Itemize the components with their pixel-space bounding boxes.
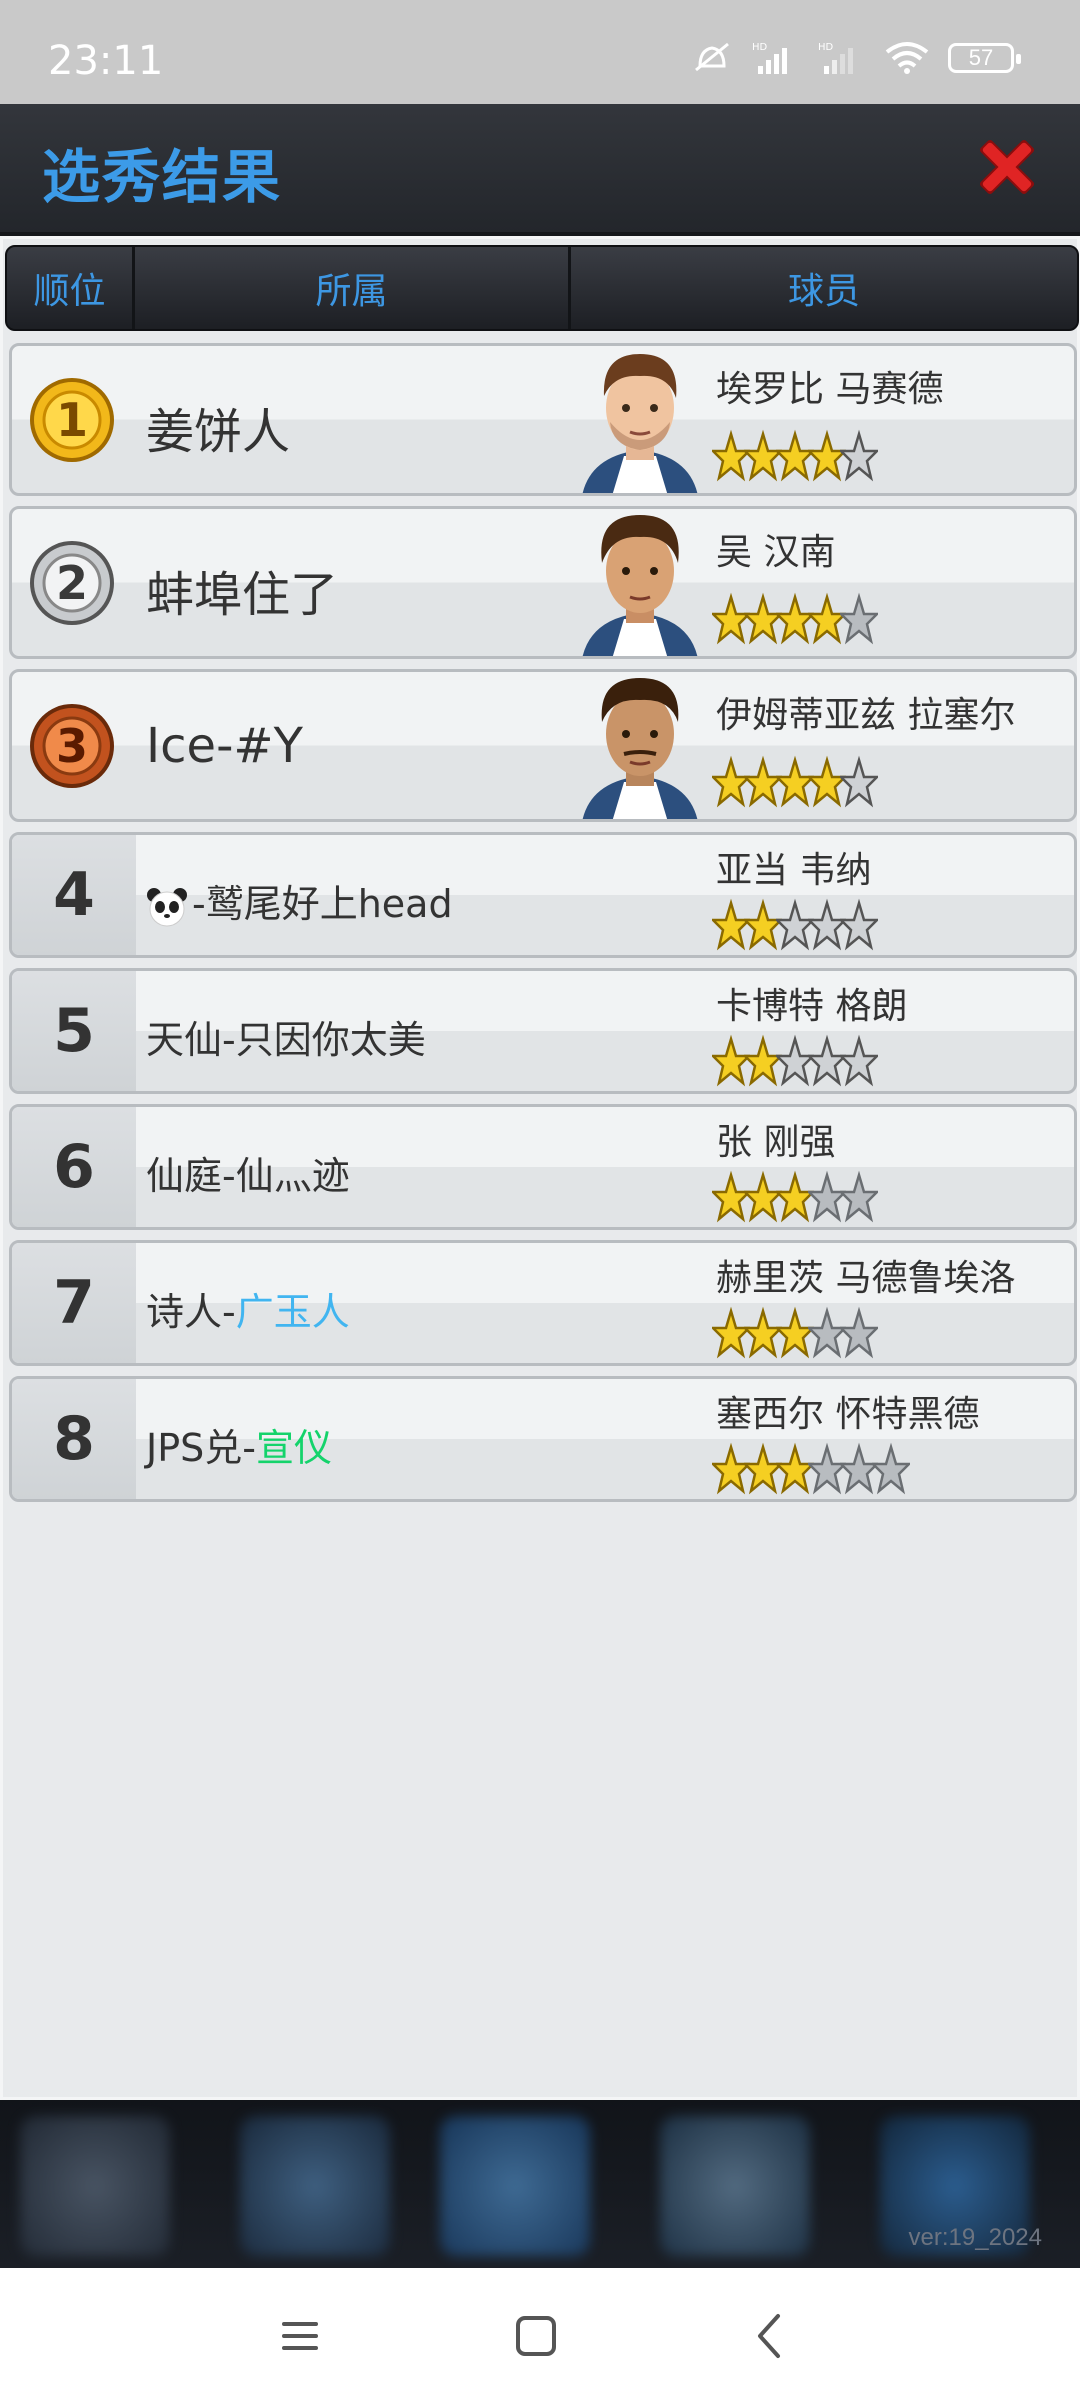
team-name-prefix: JPS兑-	[146, 1426, 256, 1470]
gold-medal-icon: 1	[30, 378, 114, 462]
team-name-highlight: 宣仪	[255, 1426, 332, 1470]
star-rating	[712, 591, 878, 647]
page-title: 选秀结果	[42, 143, 283, 211]
star-half-icon	[840, 755, 878, 808]
player-name: 伊姆蒂亚兹 拉塞尔	[716, 695, 1016, 736]
signal-hd-icon-1: HD	[752, 42, 787, 74]
player-name: 张 刚强	[716, 1122, 836, 1163]
chat-menu-icon[interactable]	[660, 2116, 810, 2256]
star-half-icon	[840, 898, 878, 951]
star-rating	[712, 1169, 878, 1225]
player-name: 亚当 韦纳	[716, 850, 872, 891]
system-nav-bar	[0, 2268, 1080, 2400]
team-name: JPS兑-宣仪	[146, 1417, 332, 1472]
header-rank[interactable]: 顺位	[7, 247, 135, 329]
svg-text:HD: HD	[818, 42, 834, 53]
table-row[interactable]: 8 JPS兑-宣仪 塞西尔 怀特黑德	[9, 1376, 1077, 1502]
svg-text:3: 3	[56, 719, 88, 773]
table-row[interactable]: 3 Ice-#Y 伊姆蒂亚兹 拉塞尔	[9, 669, 1077, 822]
team-name: 姜饼人	[146, 404, 291, 460]
star-half-icon	[840, 429, 878, 482]
player-name: 卡博特 格朗	[716, 986, 908, 1027]
signal-hd-icon-2: HD	[818, 42, 853, 74]
rank-number: 5	[12, 971, 136, 1091]
table-header: 顺位 所属 球员	[5, 245, 1079, 331]
table-row[interactable]: 6 仙庭-仙灬迹 张 刚强	[9, 1104, 1077, 1230]
version-label: ver:19_2024	[908, 2224, 1042, 2251]
team-name: 诗人-广玉人	[146, 1281, 350, 1336]
team-name: 蚌埠住了	[146, 567, 339, 623]
home-icon[interactable]	[506, 2306, 566, 2366]
player-avatar	[582, 678, 698, 819]
table-row[interactable]: 2 蚌埠住了 吴 汉南	[9, 506, 1077, 659]
silver-medal-icon: 2	[30, 541, 114, 625]
svg-text:2: 2	[56, 556, 88, 610]
team-name: Ice-#Y	[146, 718, 303, 774]
player-name: 塞西尔 怀特黑德	[716, 1394, 980, 1435]
svg-text:1: 1	[56, 393, 88, 447]
bronze-medal-icon: 3	[30, 704, 114, 788]
team-name: -鹫尾好上head	[146, 873, 453, 928]
team-name: 天仙-只因你太美	[146, 1018, 426, 1062]
table-row[interactable]: 4 -鹫尾好上head 亚当 韦纳	[9, 832, 1077, 958]
close-button[interactable]	[972, 132, 1042, 202]
draft-results-panel: 顺位 所属 球员 1 姜饼人 埃罗比 马赛德 2 蚌埠住了 吴 汉南 3 Ice…	[0, 236, 1080, 2100]
player-name: 吴 汉南	[716, 532, 836, 573]
currency-menu-icon[interactable]	[240, 2116, 390, 2256]
team-name: 仙庭-仙灬迹	[146, 1154, 350, 1198]
status-bar: 23:11 HD HD 57	[0, 0, 1080, 104]
star-rating	[712, 1441, 910, 1497]
status-icons: HD HD 57	[690, 40, 1021, 76]
star-empty-icon	[840, 1170, 878, 1223]
team-name-text: -鹫尾好上head	[192, 882, 453, 926]
rank-number: 4	[12, 835, 136, 955]
player-avatar	[582, 354, 698, 493]
rank-number: 7	[12, 1243, 136, 1363]
star-rating	[712, 1033, 878, 1089]
back-icon[interactable]	[740, 2306, 800, 2366]
battery-icon: 57	[948, 43, 1021, 73]
table-row[interactable]: 5 天仙-只因你太美 卡博特 格朗	[9, 968, 1077, 1094]
title-bar: 选秀结果	[0, 104, 1080, 236]
star-half-icon	[840, 1034, 878, 1087]
rank-number: 8	[12, 1379, 136, 1499]
court-menu-icon[interactable]	[440, 2116, 590, 2256]
svg-text:HD: HD	[752, 42, 768, 53]
star-rating	[712, 428, 878, 484]
star-empty-icon	[872, 1442, 910, 1495]
rank-number: 6	[12, 1107, 136, 1227]
star-empty-icon	[840, 592, 878, 645]
star-rating	[712, 897, 878, 953]
player-avatar	[582, 515, 698, 656]
star-empty-icon	[840, 1306, 878, 1359]
star-rating	[712, 1305, 878, 1361]
table-row[interactable]: 7 诗人-广玉人 赫里茨 马德鲁埃洛	[9, 1240, 1077, 1366]
wifi-icon	[885, 42, 929, 74]
header-team[interactable]: 所属	[135, 247, 571, 329]
mute-icon	[695, 42, 729, 72]
game-dock: ver:19_2024	[0, 2100, 1080, 2268]
player-name: 埃罗比 马赛德	[716, 369, 944, 410]
menu-icon[interactable]	[270, 2306, 330, 2366]
player-name: 赫里茨 马德鲁埃洛	[716, 1258, 1016, 1299]
team-name-highlight: 广玉人	[235, 1290, 350, 1334]
header-player[interactable]: 球员	[571, 247, 1077, 329]
status-time: 23:11	[48, 38, 164, 84]
draft-list: 1 姜饼人 埃罗比 马赛德 2 蚌埠住了 吴 汉南 3 Ice-#Y 伊姆蒂亚兹…	[9, 343, 1077, 1512]
star-rating	[712, 754, 878, 810]
panda-icon	[147, 887, 187, 926]
team-name-prefix: 诗人-	[146, 1290, 236, 1334]
star-menu-icon[interactable]	[20, 2116, 170, 2256]
table-row[interactable]: 1 姜饼人 埃罗比 马赛德	[9, 343, 1077, 496]
